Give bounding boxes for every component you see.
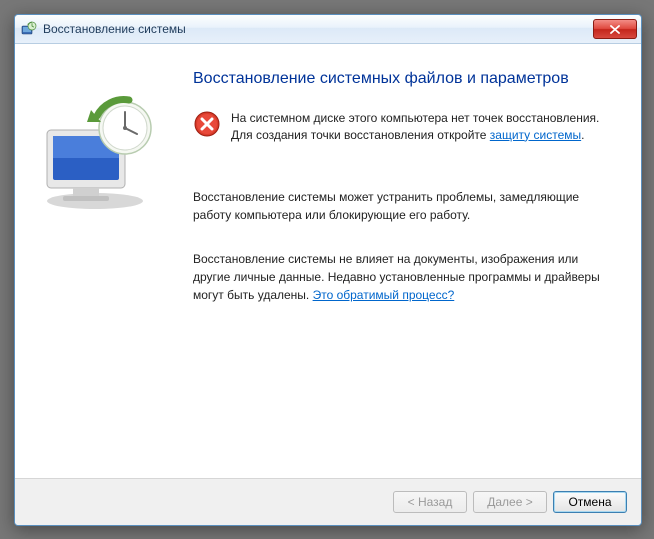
- system-restore-graphic: [37, 96, 167, 216]
- page-heading: Восстановление системных файлов и параме…: [193, 70, 619, 88]
- titlebar: Восстановление системы: [15, 15, 641, 44]
- error-message: На системном диске этого компьютера нет …: [231, 110, 609, 144]
- next-button: Далее >: [473, 491, 547, 513]
- back-button: < Назад: [393, 491, 467, 513]
- system-protection-link[interactable]: защиту системы: [490, 128, 581, 142]
- close-icon: [610, 25, 620, 34]
- dialog-window: Восстановление системы: [14, 14, 642, 526]
- close-button[interactable]: [593, 19, 637, 39]
- error-block: На системном диске этого компьютера нет …: [193, 110, 619, 144]
- cancel-button[interactable]: Отмена: [553, 491, 627, 513]
- window-title: Восстановление системы: [43, 22, 593, 36]
- reversible-link[interactable]: Это обратимый процесс?: [313, 288, 455, 302]
- content-area: Восстановление системных файлов и параме…: [15, 44, 641, 478]
- text-column: Восстановление системных файлов и параме…: [187, 62, 619, 478]
- paragraph-2: Восстановление системы не влияет на доку…: [193, 250, 609, 304]
- system-restore-icon: [21, 21, 37, 37]
- button-bar: < Назад Далее > Отмена: [15, 478, 641, 525]
- paragraph-1: Восстановление системы может устранить п…: [193, 188, 609, 224]
- error-text-post: .: [581, 128, 584, 142]
- error-icon: [193, 110, 221, 138]
- graphic-column: [37, 62, 187, 478]
